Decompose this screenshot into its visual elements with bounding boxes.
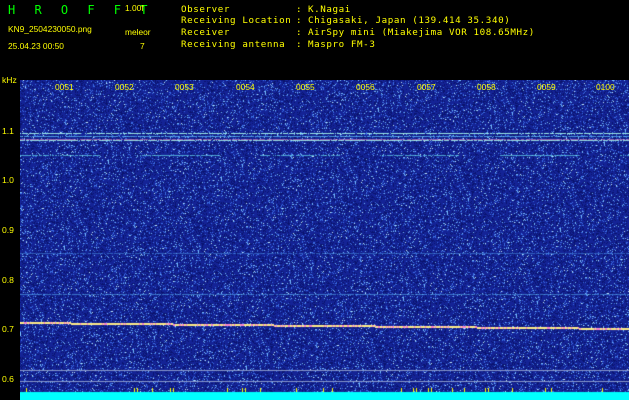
time-tick-0100: 0100 [596, 82, 615, 92]
y-tick-0.9: 0.9 [2, 225, 14, 235]
timestamp-label: 25.04.23 00:50 [8, 41, 64, 51]
y-tick-0.6: 0.6 [2, 374, 14, 384]
receiver-value: AirSpy mini (Miakejima VOR 108.65MHz) [308, 27, 535, 38]
y-tick-1.1: 1.1 [2, 126, 14, 136]
y-axis: kHz 1.1 1.0 0.9 0.8 0.7 0.6 [0, 74, 20, 400]
receiver-sep: : [296, 27, 303, 38]
receiver-key: Receiver [181, 27, 231, 38]
location-sep: : [296, 15, 303, 26]
y-unit-label: kHz [2, 75, 17, 85]
antenna-value: Maspro FM-3 [308, 39, 376, 50]
header-panel: H R O F F T 1.00f KN9_2504230050.png mel… [0, 0, 629, 74]
observer-sep: : [296, 4, 303, 15]
mode-label: meleor [125, 27, 151, 37]
y-tick-0.8: 0.8 [2, 275, 14, 285]
antenna-sep: : [296, 39, 303, 50]
filename-label: KN9_2504230050.png [8, 24, 92, 34]
time-tick-0052: 0052 [115, 82, 134, 92]
time-tick-0051: 0051 [55, 82, 74, 92]
time-tick-0053: 0053 [175, 82, 194, 92]
time-tick-0057: 0057 [417, 82, 436, 92]
y-tick-0.7: 0.7 [2, 324, 14, 334]
time-tick-0054: 0054 [236, 82, 255, 92]
location-value: Chigasaki, Japan (139.414 35.340) [308, 15, 511, 26]
count-label: 7 [140, 41, 145, 51]
observer-key: Observer [181, 4, 231, 15]
location-key: Receiving Location [181, 15, 292, 26]
time-tick-0058: 0058 [477, 82, 496, 92]
time-tick-0056: 0056 [356, 82, 375, 92]
time-tick-0059: 0059 [537, 82, 556, 92]
version-label: 1.00f [125, 3, 144, 13]
spectrogram-canvas [20, 80, 629, 400]
spectrogram: 0051 0052 0053 0054 0055 0056 0057 0058 … [20, 80, 629, 400]
observer-value: K.Nagai [308, 4, 351, 15]
time-tick-0055: 0055 [296, 82, 315, 92]
antenna-key: Receiving antenna [181, 39, 286, 50]
y-tick-1.0: 1.0 [2, 175, 14, 185]
